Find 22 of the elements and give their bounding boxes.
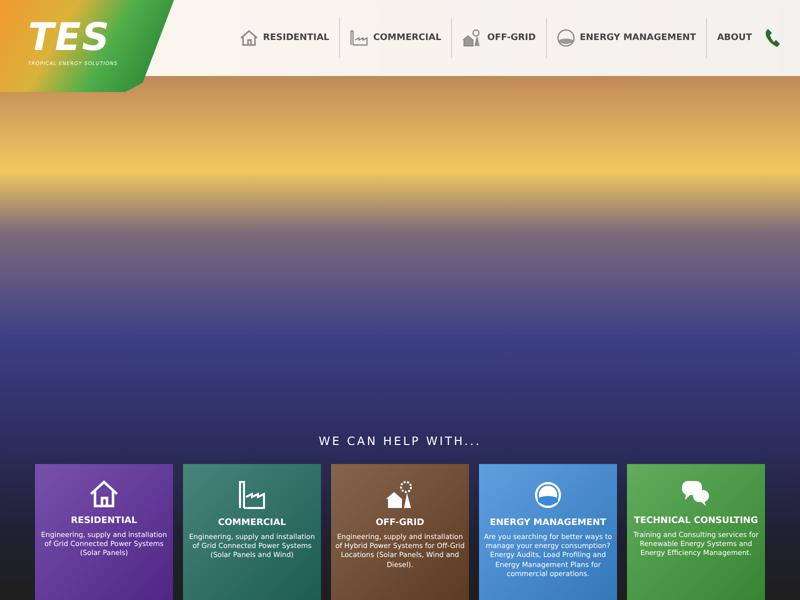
card-title: TECHNICAL CONSULTING	[634, 516, 758, 526]
nav-link[interactable]: RESIDENTIAL	[240, 30, 330, 46]
house-windmill-icon	[385, 480, 415, 510]
section-heading: WE CAN HELP WITH...	[318, 434, 482, 448]
chat-icon	[681, 480, 711, 508]
card-title: ENERGY MANAGEMENT	[490, 518, 606, 528]
nav-link[interactable]: COMMERCIAL	[350, 30, 442, 46]
nav-link[interactable]: ENERGY MANAGEMENT	[556, 29, 696, 47]
gauge-icon	[556, 29, 575, 47]
house-windmill-icon	[462, 29, 482, 47]
phone-icon[interactable]	[764, 28, 782, 48]
card-title: COMMERCIAL	[218, 518, 286, 528]
factory-icon	[238, 480, 266, 510]
nav-link[interactable]: ABOUT	[717, 33, 752, 43]
logo-mark: TES	[28, 18, 112, 56]
card-title: OFF-GRID	[376, 518, 424, 528]
house-icon	[89, 480, 119, 508]
house-icon	[240, 30, 258, 46]
nav-link[interactable]: OFF-GRID	[462, 29, 536, 47]
factory-icon	[350, 30, 368, 46]
card-title: RESIDENTIAL	[70, 516, 138, 526]
gauge-icon	[533, 480, 563, 510]
